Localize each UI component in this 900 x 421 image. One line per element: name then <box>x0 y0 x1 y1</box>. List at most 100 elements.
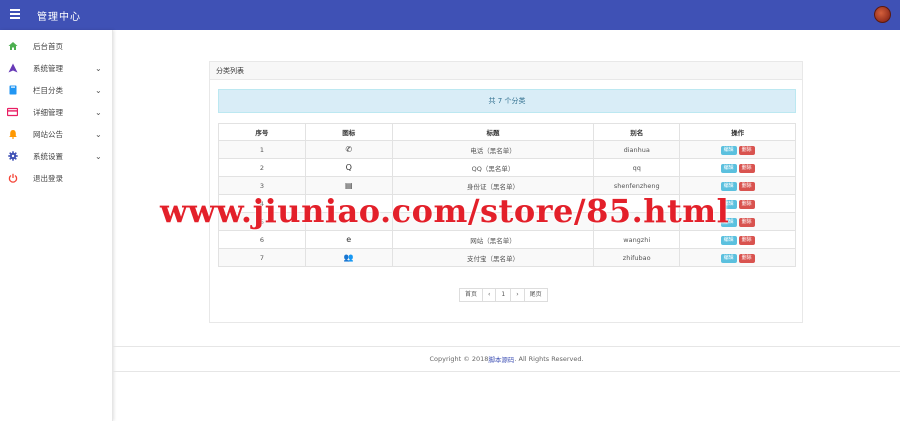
chevron-down-icon: ⌄ <box>95 85 102 95</box>
table-row: 7 👥 支付宝（黑名单） zhifubao 编辑 删除 <box>218 248 796 267</box>
chevron-down-icon: ⌄ <box>95 63 102 73</box>
table-row: 6 e 网站（黑名单） wangzhi 编辑 删除 <box>218 230 796 249</box>
sidebar-item-settings[interactable]: 系统设置 ⌄ <box>0 145 113 167</box>
column-header: 序号 <box>218 123 306 141</box>
panel-header: 分类列表 <box>210 62 802 80</box>
sidebar-item-notice[interactable]: 网站公告 ⌄ <box>0 123 113 145</box>
panel-title: 分类列表 <box>216 67 244 75</box>
row-alias: wangzhi <box>593 230 681 249</box>
row-alias: qq <box>593 158 681 177</box>
info-alert: 共 7 个分类 <box>218 89 796 113</box>
chevron-down-icon: ⌄ <box>95 151 102 161</box>
current-page[interactable]: 1 <box>496 289 512 301</box>
first-page-button[interactable]: 首页 <box>460 289 484 301</box>
edit-button[interactable]: 编辑 <box>720 181 737 191</box>
column-header: 操作 <box>679 123 796 141</box>
edit-button[interactable]: 编辑 <box>720 163 737 173</box>
table-row: 3 ▤ 身份证（黑名单） shenfenzheng 编辑 删除 <box>218 176 796 195</box>
table-row: 4 编辑 删除 <box>218 194 796 213</box>
sidebar-item-label: 系统管理 <box>33 63 63 73</box>
row-alias: shenfenzheng <box>593 176 681 195</box>
sidebar: 后台首页 系统管理 ⌄ 栏目分类 ⌄ 详细管理 ⌄ 网站公告 ⌄ 系统设置 ⌄ <box>0 30 113 421</box>
row-number: 5 <box>218 212 306 231</box>
row-number: 4 <box>218 194 306 213</box>
sidebar-item-label: 系统设置 <box>33 151 63 161</box>
column-header: 标题 <box>391 123 595 141</box>
edit-button[interactable]: 编辑 <box>720 199 737 209</box>
row-title: 电话（黑名单） <box>391 140 595 159</box>
row-alias: dianhua <box>593 140 681 159</box>
row-title: 身份证（黑名单） <box>391 176 595 195</box>
prev-page-button[interactable]: ‹ <box>483 289 497 301</box>
row-number: 3 <box>218 176 306 195</box>
row-alias <box>593 194 681 213</box>
bell-icon <box>7 129 18 140</box>
row-number: 6 <box>218 230 306 249</box>
sidebar-item-home[interactable]: 后台首页 <box>0 35 113 57</box>
sidebar-item-label: 详细管理 <box>33 107 63 117</box>
row-title: 网站（黑名单） <box>391 230 595 249</box>
delete-button[interactable]: 删除 <box>738 217 755 227</box>
app-title: 管理中心 <box>37 12 81 23</box>
book-icon <box>7 85 18 96</box>
next-page-button[interactable]: › <box>511 289 525 301</box>
delete-button[interactable]: 删除 <box>738 253 755 263</box>
row-alias <box>593 212 681 231</box>
sidebar-item-label: 退出登录 <box>33 173 63 183</box>
sidebar-item-logout[interactable]: 退出登录 <box>0 167 113 189</box>
copyright-suffix: . All Rights Reserved. <box>514 355 584 363</box>
qq-icon: Q <box>345 163 352 172</box>
sidebar-item-system[interactable]: 系统管理 ⌄ <box>0 57 113 79</box>
home-icon <box>7 41 18 52</box>
footer-link[interactable]: 脚本源码 <box>488 354 514 364</box>
pagination: 首页 ‹ 1 › 尾页 <box>459 288 548 302</box>
top-bar: 管理中心 <box>0 0 900 30</box>
delete-button[interactable]: 删除 <box>738 199 755 209</box>
copyright-text: Copyright © 2018 <box>429 355 489 363</box>
footer: Copyright © 2018 脚本源码 . All Rights Reser… <box>113 346 900 372</box>
triangle-icon <box>7 63 18 74</box>
delete-button[interactable]: 删除 <box>738 163 755 173</box>
row-number: 1 <box>218 140 306 159</box>
delete-button[interactable]: 删除 <box>738 145 755 155</box>
row-title: QQ（黑名单） <box>391 158 595 177</box>
category-table: 序号 图标 标题 别名 操作 1 ✆ 电话（黑名单） dianhua 编辑 删除 … <box>218 123 796 267</box>
delete-button[interactable]: 删除 <box>738 181 755 191</box>
browser-icon: e <box>346 235 352 244</box>
edit-button[interactable]: 编辑 <box>720 253 737 263</box>
row-title <box>391 194 595 213</box>
column-header: 别名 <box>593 123 681 141</box>
edit-button[interactable]: 编辑 <box>720 145 737 155</box>
sidebar-item-label: 后台首页 <box>33 41 63 51</box>
column-header: 图标 <box>304 123 393 141</box>
users-icon: 👥 <box>343 253 354 262</box>
card-icon <box>7 107 18 118</box>
chevron-down-icon: ⌄ <box>95 129 102 139</box>
power-icon <box>7 173 18 184</box>
sidebar-item-detail[interactable]: 详细管理 ⌄ <box>0 101 113 123</box>
gear-icon <box>7 151 18 162</box>
edit-button[interactable]: 编辑 <box>720 217 737 227</box>
menu-icon[interactable] <box>10 9 20 19</box>
id-card-icon: ▤ <box>344 181 353 190</box>
last-page-button[interactable]: 尾页 <box>525 289 547 301</box>
row-number: 7 <box>218 248 306 267</box>
sidebar-item-label: 网站公告 <box>33 129 63 139</box>
phone-icon: ✆ <box>345 145 353 154</box>
table-row: 5 编辑 删除 <box>218 212 796 231</box>
row-title <box>391 212 595 231</box>
edit-button[interactable]: 编辑 <box>720 235 737 245</box>
category-panel: 分类列表 共 7 个分类 序号 图标 标题 别名 操作 1 ✆ 电话（黑名单） … <box>209 61 803 323</box>
row-title: 支付宝（黑名单） <box>391 248 595 267</box>
table-header-row: 序号 图标 标题 别名 操作 <box>218 123 796 141</box>
delete-button[interactable]: 删除 <box>738 235 755 245</box>
row-number: 2 <box>218 158 306 177</box>
chevron-down-icon: ⌄ <box>95 107 102 117</box>
table-row: 2 Q QQ（黑名单） qq 编辑 删除 <box>218 158 796 177</box>
sidebar-item-category[interactable]: 栏目分类 ⌄ <box>0 79 113 101</box>
row-alias: zhifubao <box>593 248 681 267</box>
sidebar-item-label: 栏目分类 <box>33 85 63 95</box>
avatar[interactable] <box>874 6 891 23</box>
category-count: 共 7 个分类 <box>488 97 526 105</box>
table-row: 1 ✆ 电话（黑名单） dianhua 编辑 删除 <box>218 140 796 159</box>
